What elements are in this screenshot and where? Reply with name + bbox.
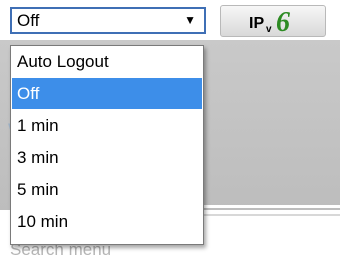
option-3-min[interactable]: 3 min [12, 142, 202, 173]
background-divider-shadow [200, 214, 340, 216]
option-1-min[interactable]: 1 min [12, 110, 202, 141]
background-divider [200, 205, 340, 208]
ipv6-v-text: v [266, 24, 272, 35]
auto-logout-options-list[interactable]: Auto Logout Off 1 min 3 min 5 min 10 min [10, 45, 204, 245]
select-current-value: Off [17, 11, 40, 30]
option-5-min[interactable]: 5 min [12, 174, 202, 205]
ipv6-badge[interactable]: IP v 6 [220, 5, 326, 38]
option-off[interactable]: Off [12, 78, 202, 109]
dropdown-arrow-icon: ▼ [184, 13, 196, 27]
auto-logout-select[interactable]: Off ▼ [10, 7, 206, 34]
ipv6-six-text: 6 [276, 7, 290, 38]
option-10-min[interactable]: 10 min [12, 206, 202, 237]
option-auto-logout[interactable]: Auto Logout [12, 46, 202, 77]
ipv6-ip-text: IP [249, 15, 265, 32]
